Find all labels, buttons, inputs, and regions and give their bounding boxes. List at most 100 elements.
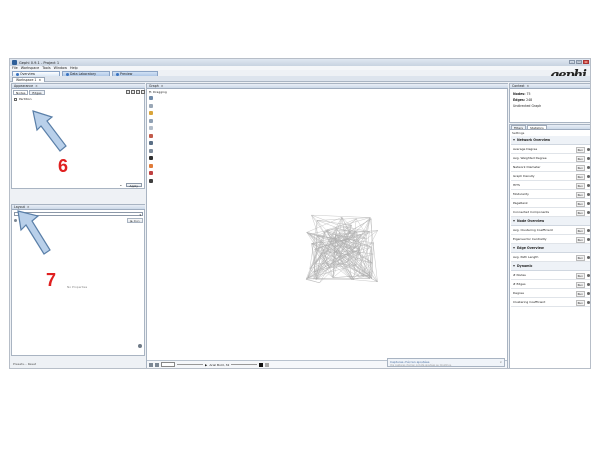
info-icon[interactable] <box>587 165 590 169</box>
stat-run-button[interactable]: Run <box>575 300 585 306</box>
apply-button[interactable]: Apply <box>125 182 142 188</box>
size-icon[interactable] <box>131 90 135 94</box>
appearance-close-icon[interactable]: × <box>35 84 38 88</box>
stats-section-header[interactable]: Dynamic <box>511 262 590 271</box>
graph-canvas[interactable] <box>156 95 506 358</box>
info-icon[interactable] <box>587 291 590 295</box>
graph-edge <box>317 220 352 226</box>
stat-label: Avg. Path Length <box>513 255 539 259</box>
settings-link[interactable]: Settings <box>512 131 524 135</box>
partition-row: Partition <box>14 97 32 101</box>
grab-icon[interactable] <box>149 178 153 183</box>
tab-edges[interactable]: Edges <box>29 90 45 95</box>
size-tool-icon[interactable] <box>149 171 153 175</box>
pencil-icon[interactable] <box>149 118 153 123</box>
minimize-button[interactable]: – <box>569 60 575 64</box>
chevron-down-icon <box>513 265 515 267</box>
graph-edge <box>309 220 318 269</box>
stat-label: Connected Components <box>513 210 550 214</box>
info-icon[interactable] <box>587 201 590 205</box>
info-icon[interactable] <box>587 192 590 196</box>
stat-run-button[interactable]: Run <box>575 192 585 198</box>
stat-run-button[interactable]: Run <box>575 165 585 171</box>
info-icon[interactable] <box>587 147 590 151</box>
stat-row: Average Degree Run <box>511 145 590 154</box>
tab-filters[interactable]: Filters <box>511 125 526 130</box>
maximize-button[interactable]: □ <box>576 60 582 64</box>
stat-run-button[interactable]: Run <box>575 174 585 180</box>
graph-edge <box>311 214 371 218</box>
stat-run-button[interactable]: Run <box>575 291 585 297</box>
stat-run-button[interactable]: Run <box>575 147 585 153</box>
color-palette-icon[interactable] <box>126 90 130 94</box>
chevron-down-icon[interactable]: ⌄ <box>119 182 122 187</box>
info-icon[interactable] <box>587 237 590 241</box>
stat-row: Connected Components Run <box>511 208 590 217</box>
stat-label: Modularity <box>513 192 529 196</box>
annotation-arrow-6 <box>32 110 67 152</box>
edit-icon[interactable] <box>149 156 153 160</box>
stat-row: # Edges Run <box>511 280 590 289</box>
graph-title: Graph <box>149 84 159 88</box>
partition-checkbox[interactable] <box>14 97 17 101</box>
stats-section-header[interactable]: Network Overview <box>511 136 590 145</box>
info-icon[interactable] <box>587 255 590 259</box>
stat-label: PageRank <box>513 201 528 205</box>
dropdown-arrow-icon: ▾ <box>139 213 141 217</box>
painter-icon[interactable] <box>149 163 153 168</box>
info-icon[interactable] <box>587 174 590 178</box>
layout-run-label: Run <box>133 219 140 223</box>
stat-run-button[interactable]: Run <box>575 282 585 288</box>
graph-mode: Dragging <box>149 90 167 94</box>
tab-statistics[interactable]: Statistics <box>527 125 547 130</box>
stat-row: Graph Density Run <box>511 172 590 181</box>
stat-label: HITS <box>513 183 520 187</box>
stat-run-button[interactable]: Run <box>575 210 585 216</box>
info-icon[interactable] <box>587 282 590 286</box>
stat-run-button[interactable]: Run <box>575 273 585 279</box>
edges-label: Edges: <box>513 98 526 102</box>
workspace-tab-close-icon[interactable]: × <box>38 78 41 82</box>
layout-run-button[interactable]: ▶ Run <box>127 218 143 223</box>
layout-settings-icon[interactable] <box>138 344 142 348</box>
stats-section-title: Network Overview <box>517 138 551 142</box>
brush-icon[interactable] <box>149 126 153 130</box>
info-icon[interactable] <box>587 183 590 187</box>
heat-tool-icon[interactable] <box>149 133 153 138</box>
label-color-icon[interactable] <box>136 90 140 94</box>
stat-run-button[interactable]: Run <box>575 228 585 234</box>
label-size-icon[interactable] <box>141 90 145 94</box>
partition-label: Partition <box>19 97 32 101</box>
tab-nodes[interactable]: Nodes <box>13 90 29 95</box>
stats-section-header[interactable]: Edge Overview <box>511 244 590 253</box>
info-icon[interactable] <box>587 300 590 304</box>
stat-row: Network Diameter Run <box>511 163 590 172</box>
select-tool-icon[interactable] <box>149 96 153 100</box>
stat-run-button[interactable]: Run <box>575 201 585 207</box>
edge-pencil-icon[interactable] <box>149 148 153 153</box>
info-icon[interactable] <box>587 210 590 214</box>
context-close-icon[interactable]: × <box>527 84 530 88</box>
context-nodes: Nodes: 75 <box>513 92 531 96</box>
drag-tool-icon[interactable] <box>149 111 153 115</box>
stat-row: PageRank Run <box>511 199 590 208</box>
info-icon[interactable] <box>587 228 590 232</box>
rectangle-select-icon[interactable] <box>149 103 153 108</box>
info-icon[interactable] <box>587 273 590 277</box>
stat-label: Clustering Coefficient <box>513 300 546 304</box>
stat-run-button[interactable]: Run <box>575 255 585 261</box>
stat-row: Modularity Run <box>511 190 590 199</box>
stat-label: Network Diameter <box>513 165 541 169</box>
graph-close-icon[interactable]: × <box>161 84 164 88</box>
workspace-tab[interactable]: Workspace 1 × <box>12 77 46 82</box>
stat-run-button[interactable]: Run <box>575 237 585 243</box>
info-icon[interactable] <box>587 156 590 160</box>
stat-row: Avg. Path Length Run <box>511 253 590 262</box>
close-button[interactable]: × <box>583 60 589 64</box>
stats-section-header[interactable]: Node Overview <box>511 217 590 226</box>
stat-label: Avg. Clustering Coefficient <box>513 228 553 232</box>
stat-run-button[interactable]: Run <box>575 156 585 162</box>
chevron-down-icon <box>513 139 515 141</box>
shortest-path-icon[interactable] <box>149 141 153 145</box>
stat-run-button[interactable]: Run <box>575 183 585 189</box>
